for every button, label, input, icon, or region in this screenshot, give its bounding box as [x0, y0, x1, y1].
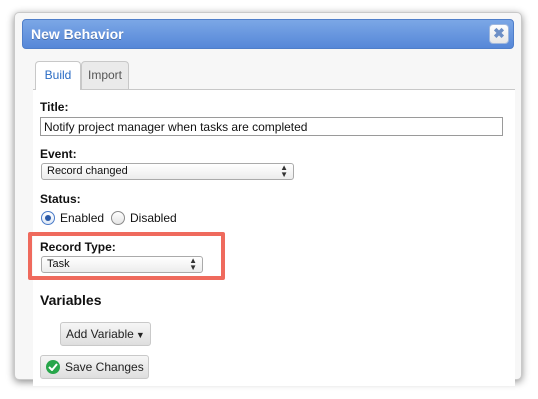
event-select[interactable]: Record changed ▲ ▼: [41, 163, 294, 180]
check-circle-icon: [46, 360, 60, 374]
dialog-titlebar[interactable]: New Behavior ✖: [22, 19, 514, 49]
select-arrows-icon: ▲ ▼: [280, 163, 288, 179]
save-changes-label: Save Changes: [65, 360, 144, 374]
tab-import[interactable]: Import: [81, 61, 129, 89]
record-type-select[interactable]: Task ▲ ▼: [41, 256, 203, 273]
add-variable-label: Add Variable: [66, 327, 134, 341]
add-variable-button[interactable]: Add Variable ▼: [60, 322, 151, 346]
title-input[interactable]: [40, 117, 503, 136]
new-behavior-dialog: New Behavior ✖ Build Import Title: Event…: [14, 12, 522, 386]
select-arrows-icon: ▲ ▼: [189, 256, 197, 272]
radio-enabled[interactable]: [41, 211, 55, 225]
variables-heading: Variables: [40, 292, 102, 308]
radio-disabled-label[interactable]: Disabled: [130, 211, 177, 225]
record-type-label: Record Type:: [40, 240, 116, 254]
close-button[interactable]: ✖: [489, 24, 509, 44]
record-type-select-value: Task: [47, 258, 70, 270]
tab-build[interactable]: Build: [35, 61, 81, 90]
dialog-panel: Build Import Title: Event: Record change…: [28, 59, 515, 386]
radio-enabled-label[interactable]: Enabled: [60, 211, 104, 225]
title-label: Title:: [40, 100, 69, 114]
status-label: Status:: [40, 192, 81, 206]
event-select-value: Record changed: [47, 165, 128, 177]
event-label: Event:: [40, 147, 77, 161]
build-tab-content: Title: Event: Record changed ▲▼ Status: …: [28, 89, 515, 386]
dialog-title: New Behavior: [31, 26, 124, 42]
radio-disabled[interactable]: [111, 211, 125, 225]
save-changes-button[interactable]: Save Changes: [40, 355, 149, 379]
close-icon: ✖: [493, 25, 505, 41]
caret-down-icon: ▼: [135, 330, 145, 340]
